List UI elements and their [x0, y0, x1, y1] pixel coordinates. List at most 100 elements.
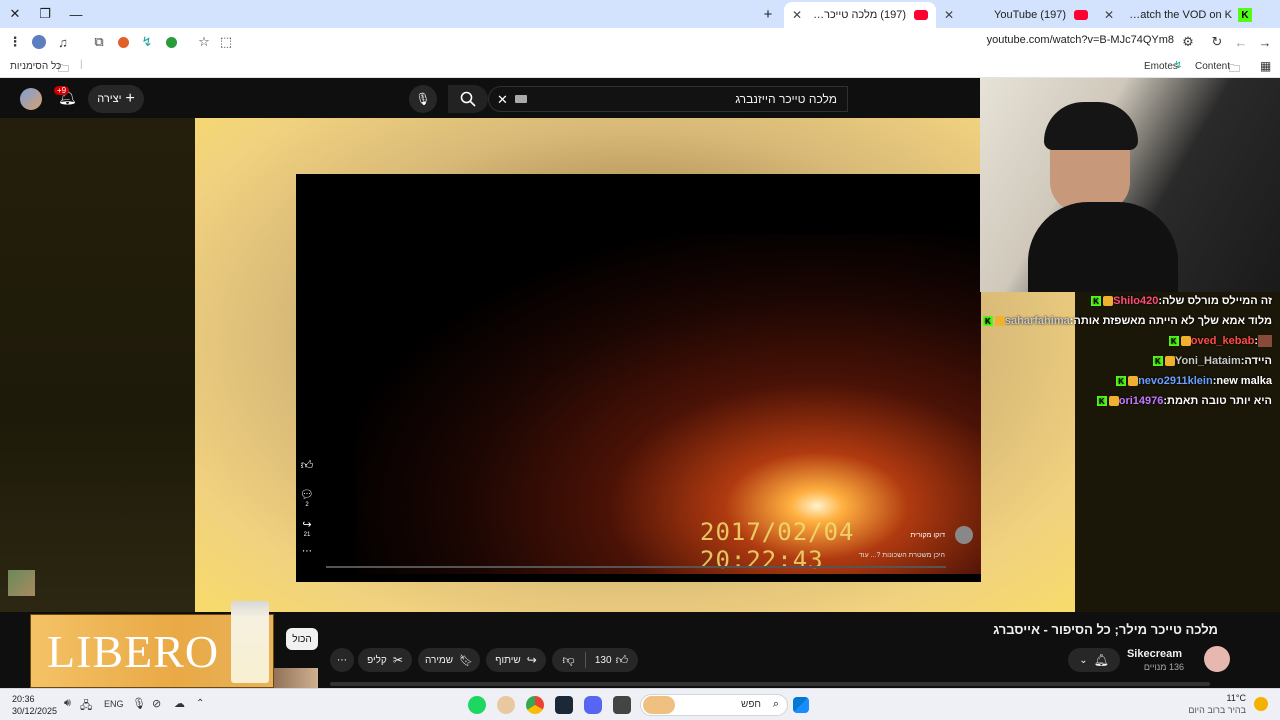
more-options-icon[interactable]: ⋯	[298, 546, 316, 557]
chat-username[interactable]: oved_kebab	[1191, 335, 1255, 347]
more-actions-button[interactable]: ⋯	[330, 648, 354, 672]
app-icon[interactable]	[497, 696, 515, 714]
menu-dots-icon[interactable]: ⋮	[7, 34, 23, 50]
video-progress-bar[interactable]	[326, 566, 946, 568]
tab-close-icon[interactable]: ✕	[1104, 8, 1114, 22]
windows-start-icon[interactable]	[793, 697, 809, 713]
keyboard-icon[interactable]	[515, 95, 527, 103]
channel-name[interactable]: Sikecream	[1127, 648, 1182, 660]
close-window-icon[interactable]: ✕	[5, 4, 25, 24]
search-input[interactable]: ✕ מלכה טייכר הייזנברג	[488, 86, 848, 112]
network-icon[interactable]: 🖧	[80, 697, 92, 716]
chevron-up-icon[interactable]: ⌃	[196, 698, 204, 709]
extensions-icon[interactable]: ⧉	[91, 34, 107, 50]
chrome-icon[interactable]	[526, 696, 544, 714]
bookmark-star-icon[interactable]: ☆	[196, 34, 212, 50]
bookmark-content[interactable]: Content	[1195, 61, 1230, 72]
profile-avatar-icon[interactable]	[31, 34, 47, 50]
share-icon[interactable]: ↪	[298, 518, 316, 531]
discord-icon[interactable]	[584, 696, 602, 714]
chat-badges: K	[1116, 376, 1139, 386]
dislike-button[interactable]: 👎︎	[553, 653, 585, 668]
language-indicator[interactable]: ENG	[104, 699, 124, 709]
emote-badge-icon	[1128, 376, 1139, 386]
forward-icon[interactable]: ←	[1233, 34, 1249, 50]
chat-separator: :	[1212, 375, 1217, 387]
tab-youtube-home[interactable]: (197) YouTube ✕	[936, 2, 1096, 28]
voice-search-button[interactable]: 🎙︎	[409, 85, 437, 113]
video-channel-label[interactable]: דוקו מקורית	[910, 532, 945, 539]
steam-icon[interactable]	[555, 696, 573, 714]
bookmark-emotes[interactable]: Emotes	[1144, 61, 1178, 72]
like-icon[interactable]: 👍︎	[298, 458, 316, 473]
app-icon[interactable]	[613, 696, 631, 714]
tab-close-icon[interactable]: ✕	[792, 8, 802, 22]
site-settings-icon[interactable]: ⚙	[1180, 34, 1196, 50]
share-button[interactable]: ↪ שיתוף	[486, 648, 546, 672]
perfume-ad-overlay[interactable]: LIBERO	[30, 601, 274, 688]
all-bookmarks-link[interactable]: כל הסימניות	[10, 61, 61, 72]
extension-icon[interactable]: ↯	[139, 34, 155, 50]
emote-badge-icon	[1103, 296, 1114, 306]
search-button[interactable]	[448, 85, 488, 113]
minimize-window-icon[interactable]: —	[66, 4, 86, 24]
account-avatar[interactable]	[20, 88, 42, 110]
like-button[interactable]: 130 👍︎	[586, 653, 638, 668]
tray-icon[interactable]: ⊘	[152, 697, 161, 710]
restore-window-icon[interactable]: ❐	[35, 4, 55, 24]
taskbar-search[interactable]: חפש ⌕	[640, 694, 788, 716]
clock-time[interactable]: 20:36	[12, 694, 35, 704]
chat-separator: :	[1254, 335, 1258, 347]
weather-text[interactable]: בהיר ברוב היום	[1188, 705, 1246, 715]
back-icon[interactable]: →	[1257, 34, 1273, 50]
emote-badge-icon	[1180, 336, 1191, 346]
onedrive-icon[interactable]: ☁	[174, 697, 185, 710]
comment-icon[interactable]: 💬︎	[298, 488, 316, 501]
microphone-icon[interactable]: 🎙︎	[132, 697, 146, 710]
weather-sun-icon[interactable]	[1254, 697, 1268, 711]
clip-button[interactable]: ✂ קליפ	[358, 648, 412, 672]
subscribe-notifications-button[interactable]: 🔔︎ ⌄	[1068, 648, 1120, 672]
chat-username[interactable]: nevo2911klein	[1138, 375, 1213, 387]
new-tab-icon[interactable]: +	[758, 4, 778, 24]
thumbnail-image[interactable]	[268, 668, 318, 688]
video-caption[interactable]: היכן משטרת השכונות ?... עוד	[859, 552, 945, 559]
spotify-icon[interactable]	[468, 696, 486, 714]
chat-username[interactable]: Shilo420	[1113, 295, 1158, 307]
tab-close-icon[interactable]: ✕	[944, 8, 954, 22]
chat-message: זה המיילס מורלס שלה : Shilo420 K	[980, 292, 1280, 310]
scroll-track[interactable]	[330, 682, 1210, 686]
chat-username[interactable]: ori14976	[1119, 395, 1164, 407]
thumbnail-image[interactable]	[8, 570, 35, 596]
chat-message: new malka : nevo2911klein K	[980, 372, 1280, 390]
chat-badges: K	[1168, 336, 1191, 346]
save-button[interactable]: 🔖︎ שמירה	[418, 648, 480, 672]
reload-icon[interactable]: ↻	[1209, 34, 1225, 50]
channel-avatar[interactable]	[955, 526, 973, 544]
extension-icon[interactable]	[163, 34, 179, 50]
channel-avatar[interactable]	[1204, 646, 1230, 672]
youtube-icon	[1074, 10, 1088, 20]
chat-message-text: new malka	[1216, 375, 1272, 387]
chat-message-text: מלוד אמא שלך לא הייתה מאשפזת אותה	[1073, 315, 1272, 327]
kick-badge-icon: K	[1096, 396, 1107, 406]
apps-grid-icon[interactable]: ▦	[1260, 59, 1271, 73]
youtube-masthead: 🔔︎ +9 + יצירה 🎙︎ ✕ מלכה טייכר הייזנברג	[0, 78, 980, 118]
tab-youtube-video[interactable]: (197) מלכה טייכר מילר; כל ה ✕	[784, 2, 936, 28]
filter-all-label: הכול	[292, 633, 312, 645]
clock-date[interactable]: 30/12/2025	[12, 706, 57, 716]
filter-all-chip[interactable]: הכול	[286, 628, 318, 650]
address-bar[interactable]: youtube.com/watch?v=B-MJc74QYm8	[987, 34, 1174, 46]
weather-temp[interactable]: 11°C	[1227, 693, 1246, 703]
volume-icon[interactable]: 🔊︎	[64, 697, 71, 710]
chat-separator: :	[1158, 295, 1163, 307]
clear-search-icon[interactable]: ✕	[497, 92, 508, 108]
chat-username[interactable]: Yoni_Hataim	[1175, 355, 1241, 367]
tab-kick-vod[interactable]: K Forceee - Watch the VOD on K ✕	[1096, 2, 1260, 28]
media-controls-icon[interactable]: ♫	[55, 34, 71, 50]
video-player[interactable]: 2017/02/04 20:22:43 דוקו מקורית היכן משט…	[296, 174, 981, 582]
install-app-icon[interactable]: ⬚	[218, 34, 234, 50]
extension-icon[interactable]	[115, 34, 131, 50]
create-button[interactable]: + יצירה	[88, 85, 144, 113]
chat-username[interactable]: saharfahima	[1005, 315, 1070, 327]
